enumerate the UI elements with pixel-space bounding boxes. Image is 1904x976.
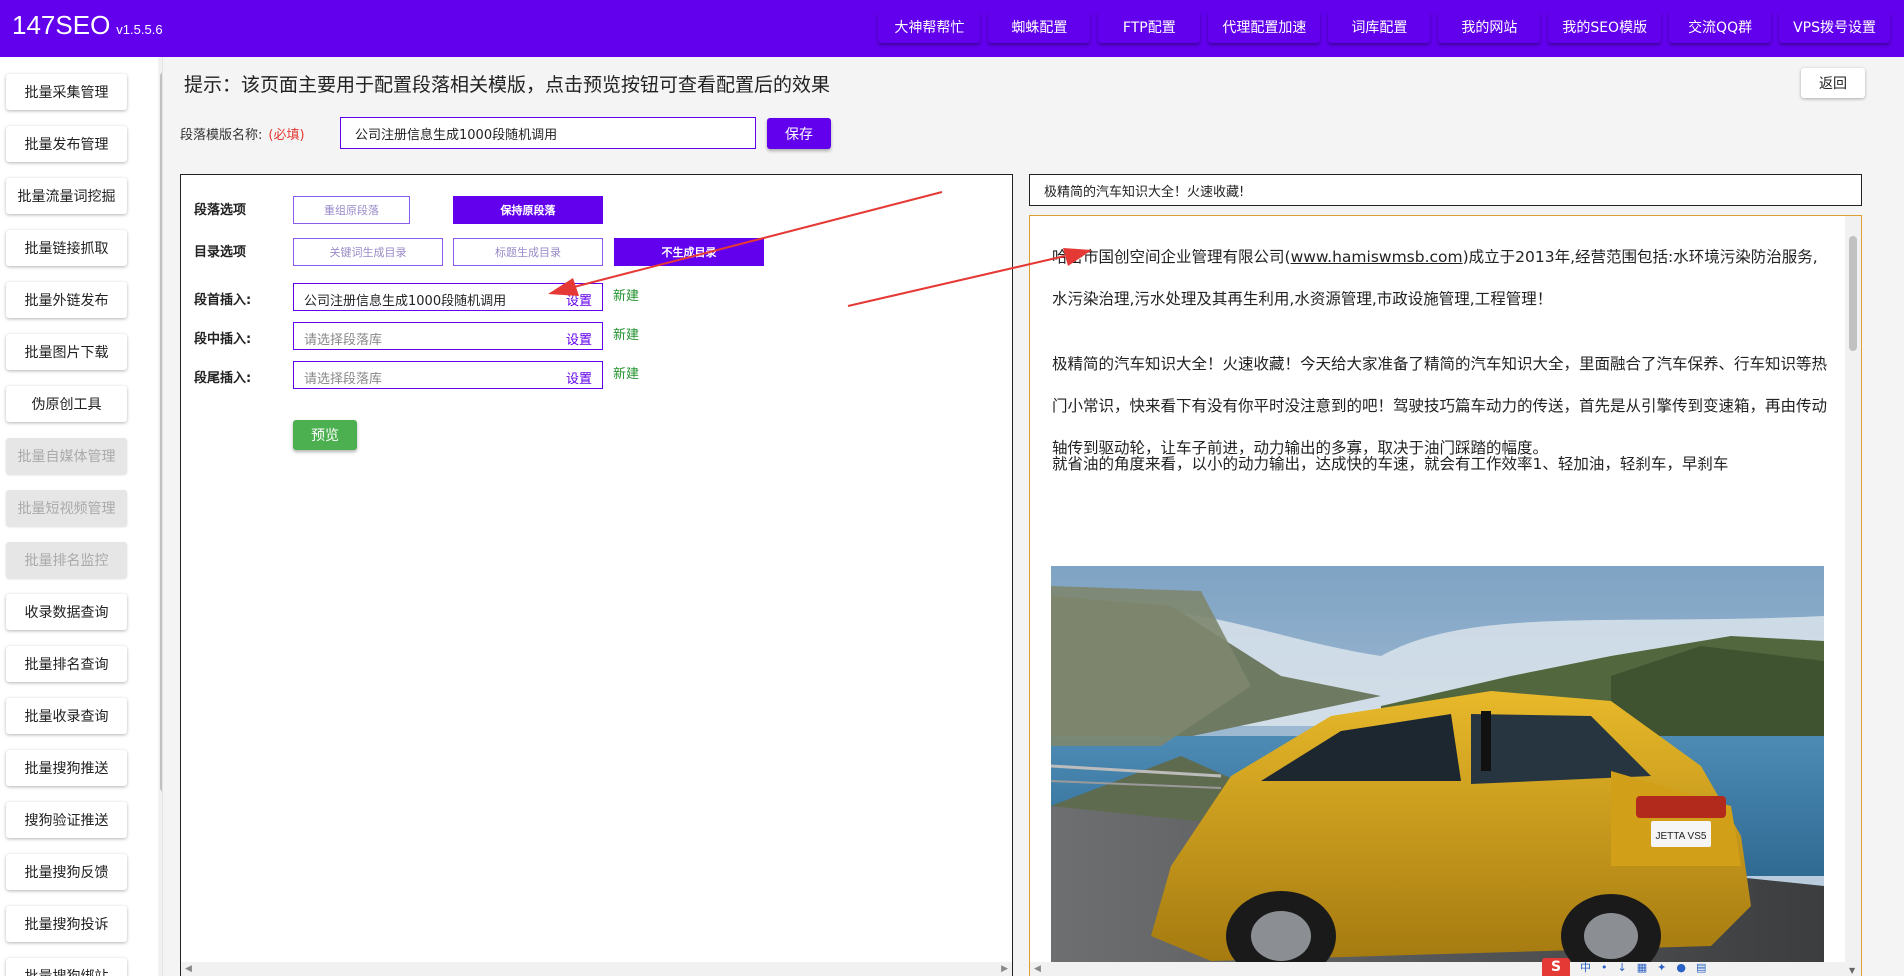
nav-ftp-config[interactable]: FTP配置 bbox=[1098, 11, 1201, 43]
scroll-left-icon[interactable]: ◀ bbox=[185, 964, 192, 974]
insert-tail-field[interactable]: 请选择段落库 设置 bbox=[293, 361, 603, 389]
sidebar-item-media-manage[interactable]: 批量自媒体管理 bbox=[6, 438, 127, 474]
sidebar-item-publish[interactable]: 批量发布管理 bbox=[6, 126, 127, 162]
scroll-right-icon[interactable]: ▶ bbox=[1001, 964, 1008, 974]
page-hint: 提示：该页面主要用于配置段落相关模版，点击预览按钮可查看配置后的效果 bbox=[184, 74, 831, 96]
preview-title: 极精简的汽车知识大全！火速收藏! bbox=[1029, 174, 1862, 206]
insert-tail-label: 段尾插入: bbox=[194, 371, 252, 386]
ime-menu-icon[interactable]: ▤ bbox=[1696, 961, 1706, 974]
sidebar-item-link-crawl[interactable]: 批量链接抓取 bbox=[6, 230, 127, 266]
preview-scroll-left-icon[interactable]: ◀ bbox=[1034, 964, 1041, 974]
sidebar-item-pseudo-original[interactable]: 伪原创工具 bbox=[6, 386, 127, 422]
toc-options-label: 目录选项 bbox=[194, 245, 247, 260]
insert-middle-field[interactable]: 请选择段落库 设置 bbox=[293, 322, 603, 350]
nav-spider-config[interactable]: 蜘蛛配置 bbox=[988, 11, 1091, 43]
paragraph-options-label: 段落选项 bbox=[194, 203, 247, 218]
preview-paragraph-1: 哈密市国创空间企业管理有限公司(www.hamiswmsb.com)成立于201… bbox=[1052, 236, 1830, 320]
insert-head-set-link[interactable]: 设置 bbox=[566, 290, 592, 309]
top-nav: 大神帮帮忙 蜘蛛配置 FTP配置 代理配置加速 词库配置 我的网站 我的SEO模… bbox=[878, 11, 1890, 43]
ime-keyboard-icon[interactable]: ▦ bbox=[1637, 961, 1647, 974]
preview-scroll-thumb[interactable] bbox=[1849, 236, 1857, 351]
sidebar-item-sogou-push[interactable]: 批量搜狗推送 bbox=[6, 750, 127, 786]
insert-middle-placeholder: 请选择段落库 bbox=[304, 333, 383, 348]
nav-help[interactable]: 大神帮帮忙 bbox=[878, 11, 981, 43]
preview-button[interactable]: 预览 bbox=[293, 420, 357, 450]
car-image: JETTA VS5 bbox=[1051, 566, 1824, 976]
brand-logo: 147SEO v1.5.5.6 bbox=[12, 10, 163, 41]
sidebar-item-image-download[interactable]: 批量图片下载 bbox=[6, 334, 127, 370]
template-name-label-text: 段落模版名称: bbox=[180, 128, 263, 143]
system-tray: S 中 • ↓ ▦ ✦ ● ▤ bbox=[1538, 958, 1758, 976]
option-title-toc[interactable]: 标题生成目录 bbox=[453, 238, 603, 266]
insert-tail-new-link[interactable]: 新建 bbox=[613, 363, 639, 382]
option-keep-paragraph[interactable]: 保持原段落 bbox=[453, 196, 603, 224]
insert-head-value: 公司注册信息生成1000段随机调用 bbox=[304, 294, 507, 309]
insert-head-new-link[interactable]: 新建 bbox=[613, 285, 639, 304]
sidebar-item-short-video[interactable]: 批量短视频管理 bbox=[6, 490, 127, 526]
sidebar-item-backlink-publish[interactable]: 批量外链发布 bbox=[6, 282, 127, 318]
sidebar-scrollbar-thumb[interactable] bbox=[160, 72, 162, 792]
company-website-link[interactable]: www.hamiswmsb.com bbox=[1291, 248, 1463, 266]
sidebar-item-sogou-feedback[interactable]: 批量搜狗反馈 bbox=[6, 854, 127, 890]
template-name-input[interactable] bbox=[340, 117, 756, 149]
option-keyword-toc[interactable]: 关键词生成目录 bbox=[293, 238, 443, 266]
ime-mic-icon[interactable]: ↓ bbox=[1618, 961, 1627, 974]
nav-wordlib-config[interactable]: 词库配置 bbox=[1328, 11, 1431, 43]
sidebar-item-index-data[interactable]: 收录数据查询 bbox=[6, 594, 127, 630]
nav-proxy-config[interactable]: 代理配置加速 bbox=[1208, 11, 1321, 43]
insert-head-field[interactable]: 公司注册信息生成1000段随机调用 设置 bbox=[293, 283, 603, 311]
paragraph-1-text-start: 哈密市国创空间企业管理有限公司( bbox=[1052, 248, 1291, 266]
preview-vertical-scrollbar[interactable]: ▼ bbox=[1845, 216, 1861, 976]
config-horizontal-scrollbar[interactable]: ◀ ▶ bbox=[181, 962, 1012, 976]
insert-middle-new-link[interactable]: 新建 bbox=[613, 324, 639, 343]
insert-middle-set-link[interactable]: 设置 bbox=[566, 329, 592, 348]
sidebar: 批量采集管理 批量发布管理 批量流量词挖掘 批量链接抓取 批量外链发布 批量图片… bbox=[0, 57, 163, 976]
back-button[interactable]: 返回 bbox=[1801, 68, 1865, 98]
sidebar-item-collect[interactable]: 批量采集管理 bbox=[6, 74, 127, 110]
save-button[interactable]: 保存 bbox=[767, 118, 831, 149]
config-panel: 段落选项 重组原段落 保持原段落 目录选项 关键词生成目录 标题生成目录 不生成… bbox=[180, 174, 1013, 976]
nav-my-sites[interactable]: 我的网站 bbox=[1438, 11, 1541, 43]
brand-name: 147SEO bbox=[12, 10, 111, 40]
option-no-toc[interactable]: 不生成目录 bbox=[614, 238, 764, 266]
ime-skin-icon[interactable]: ✦ bbox=[1657, 961, 1666, 974]
nav-qq-group[interactable]: 交流QQ群 bbox=[1669, 11, 1772, 43]
sidebar-item-rank-query[interactable]: 批量排名查询 bbox=[6, 646, 127, 682]
sogou-input-icon[interactable]: S bbox=[1542, 958, 1570, 976]
ime-chinese-icon[interactable]: 中 bbox=[1580, 959, 1591, 975]
car-model-badge: JETTA VS5 bbox=[1656, 831, 1707, 842]
template-name-label: 段落模版名称: (必填) bbox=[180, 124, 305, 143]
sidebar-item-index-query[interactable]: 批量收录查询 bbox=[6, 698, 127, 734]
insert-tail-placeholder: 请选择段落库 bbox=[304, 372, 383, 387]
nav-vps-dial[interactable]: VPS拨号设置 bbox=[1779, 11, 1890, 43]
ime-punct-icon[interactable]: • bbox=[1601, 961, 1608, 974]
nav-seo-templates[interactable]: 我的SEO模版 bbox=[1548, 11, 1662, 43]
sidebar-item-rank-monitor[interactable]: 批量排名监控 bbox=[6, 542, 127, 578]
required-mark: (必填) bbox=[268, 128, 305, 143]
insert-middle-label: 段中插入: bbox=[194, 332, 252, 347]
option-reorganize-paragraph[interactable]: 重组原段落 bbox=[293, 196, 410, 224]
car-photo: JETTA VS5 bbox=[1051, 566, 1824, 976]
preview-content: 哈密市国创空间企业管理有限公司(www.hamiswmsb.com)成立于201… bbox=[1029, 215, 1862, 976]
preview-paragraph-3: 就省油的角度来看，以小的动力输出，达成快的车速，就会有工作效率1、轻加油，轻刹车… bbox=[1052, 455, 1729, 473]
sidebar-item-keyword-mining[interactable]: 批量流量词挖掘 bbox=[6, 178, 127, 214]
top-bar: 147SEO v1.5.5.6 大神帮帮忙 蜘蛛配置 FTP配置 代理配置加速 词… bbox=[0, 0, 1904, 57]
brand-version: v1.5.5.6 bbox=[116, 22, 163, 37]
insert-tail-set-link[interactable]: 设置 bbox=[566, 368, 592, 387]
insert-head-label: 段首插入: bbox=[194, 293, 252, 308]
sidebar-item-sogou-verify-push[interactable]: 搜狗验证推送 bbox=[6, 802, 127, 838]
sidebar-item-sogou-complaint[interactable]: 批量搜狗投诉 bbox=[6, 906, 127, 942]
scroll-down-icon[interactable]: ▼ bbox=[1849, 966, 1855, 975]
sidebar-item-sogou-bind[interactable]: 批量搜狗绑站 bbox=[6, 958, 127, 976]
ime-user-icon[interactable]: ● bbox=[1676, 961, 1686, 974]
